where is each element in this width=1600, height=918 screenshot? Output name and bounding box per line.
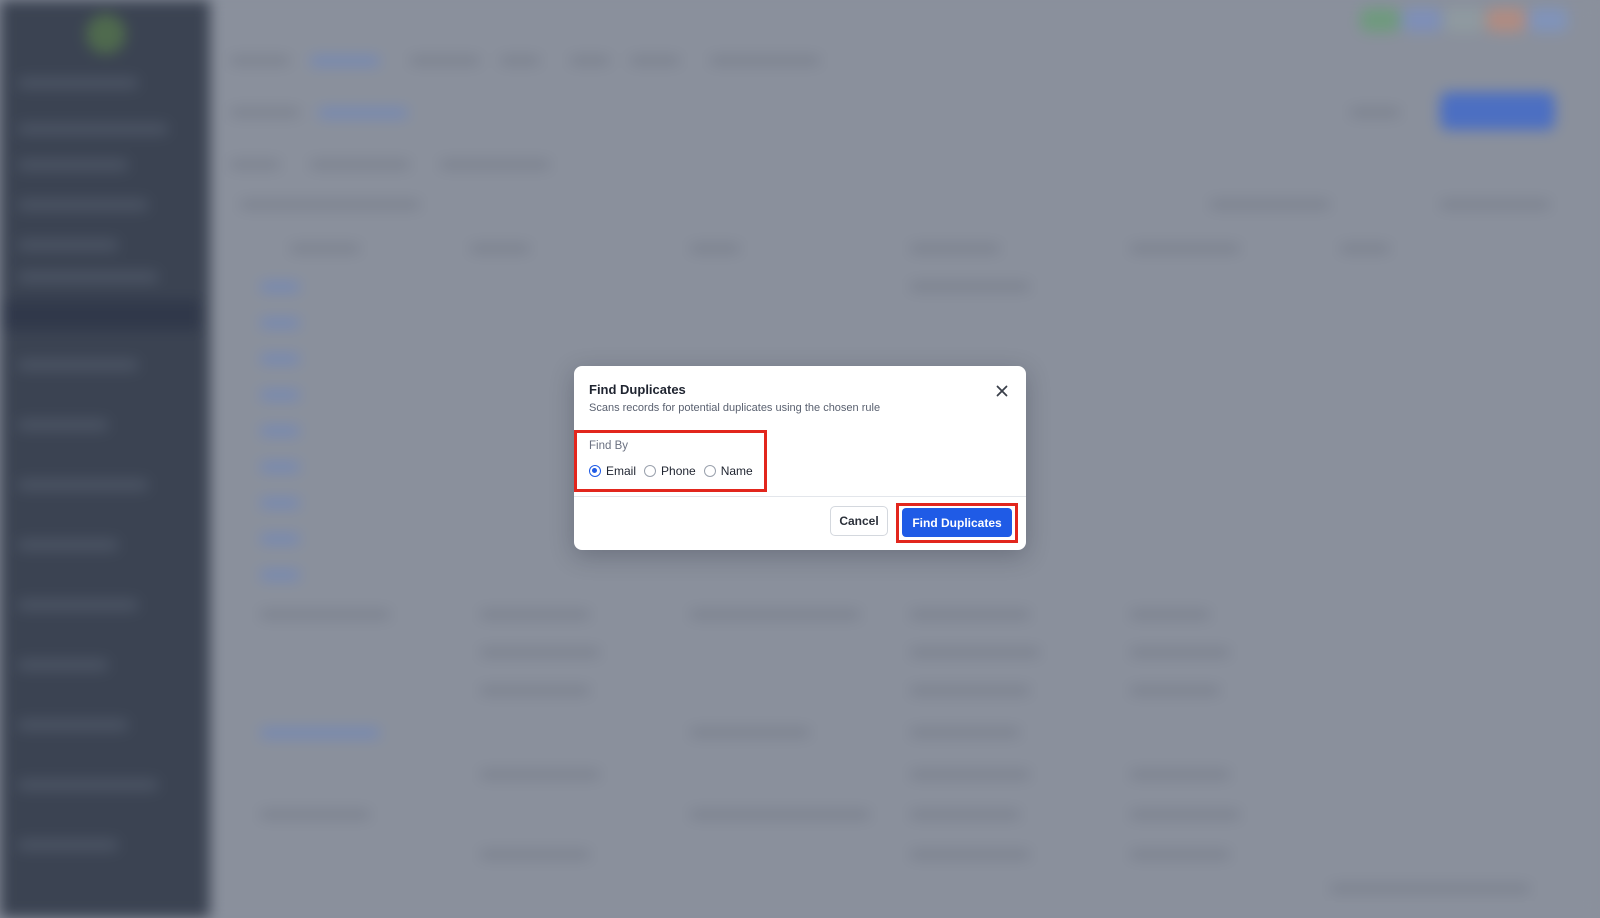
background-sidebar xyxy=(0,0,210,918)
radio-option-phone[interactable]: Phone xyxy=(644,464,696,478)
radio-email[interactable] xyxy=(589,465,601,477)
radio-option-email[interactable]: Email xyxy=(589,464,636,478)
background-primary-button xyxy=(1440,92,1555,130)
find-by-radio-group: Email Phone Name xyxy=(589,464,761,478)
radio-name[interactable] xyxy=(703,465,716,477)
background-logo xyxy=(86,14,126,54)
find-duplicates-button[interactable]: Find Duplicates xyxy=(902,508,1012,537)
background-sidebar-active xyxy=(0,300,200,330)
radio-email-label: Email xyxy=(606,464,637,478)
dialog-subtitle: Scans records for potential duplicates u… xyxy=(589,402,881,414)
close-button[interactable] xyxy=(992,381,1012,401)
cancel-button[interactable]: Cancel xyxy=(830,506,888,536)
find-duplicates-dialog: Find Duplicates Scans records for potent… xyxy=(574,366,1026,550)
radio-name-label: Name xyxy=(720,464,753,478)
close-icon xyxy=(996,385,1008,397)
find-by-label: Find By xyxy=(589,440,628,452)
dialog-title: Find Duplicates xyxy=(589,382,686,397)
radio-phone-label: Phone xyxy=(661,464,696,478)
radio-phone[interactable] xyxy=(644,465,657,477)
page: Find Duplicates Scans records for potent… xyxy=(0,0,1600,918)
radio-option-name[interactable]: Name xyxy=(703,464,753,478)
dialog-footer-divider xyxy=(574,496,1026,497)
